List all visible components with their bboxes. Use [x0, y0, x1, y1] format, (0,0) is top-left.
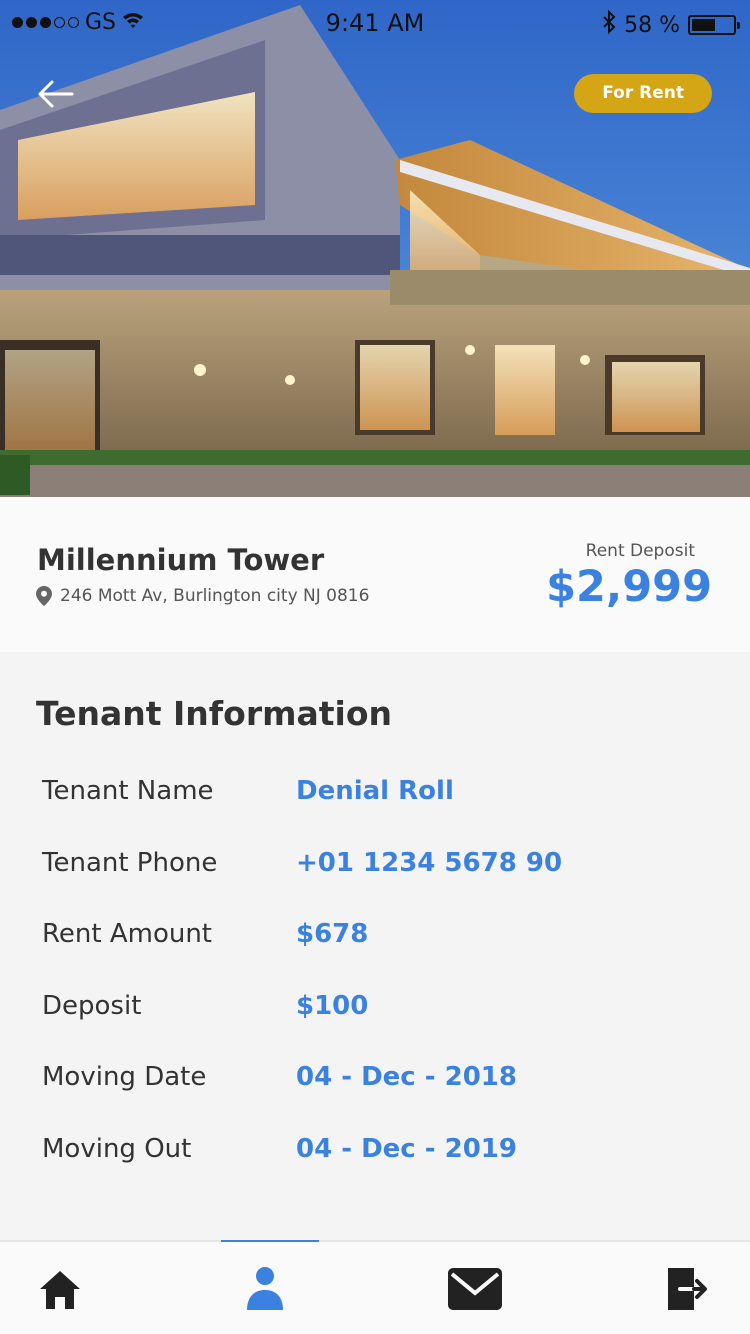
tenant-name-row: Tenant Name Denial Roll: [0, 776, 750, 816]
rent-deposit-value: $2,999: [546, 562, 712, 612]
battery-percent: 58 %: [624, 12, 680, 38]
battery-level: [692, 19, 716, 31]
tenant-name-value: Denial Roll: [296, 776, 454, 806]
tab-logout[interactable]: [658, 1264, 718, 1314]
property-name: Millennium Tower: [37, 543, 325, 577]
property-address: 246 Mott Av, Burlington city NJ 0816: [36, 586, 369, 606]
rent-amount-row: Rent Amount $678: [0, 919, 750, 959]
tenant-phone-value[interactable]: +01 1234 5678 90: [296, 848, 562, 878]
status-bar: GS 9:41 AM 58 %: [0, 0, 750, 48]
moving-date-label: Moving Date: [42, 1062, 207, 1092]
deposit-label: Deposit: [42, 991, 142, 1021]
tenant-phone-label: Tenant Phone: [42, 848, 218, 878]
moving-out-value: 04 - Dec - 2019: [296, 1134, 517, 1164]
tab-messages[interactable]: [445, 1264, 505, 1314]
status-right: 58 %: [602, 9, 740, 40]
logout-icon: [668, 1268, 707, 1310]
for-rent-badge[interactable]: For Rent: [574, 74, 712, 113]
moving-out-label: Moving Out: [42, 1134, 192, 1164]
bluetooth-icon: [602, 9, 616, 40]
tenant-phone-row: Tenant Phone +01 1234 5678 90: [0, 848, 750, 888]
address-text: 246 Mott Av, Burlington city NJ 0816: [60, 586, 370, 606]
home-icon: [40, 1271, 80, 1309]
tab-home[interactable]: [30, 1264, 90, 1314]
arrow-left-icon: [38, 80, 74, 108]
deposit-value: $100: [296, 991, 369, 1021]
active-tab-indicator: [221, 1240, 319, 1242]
moving-date-value: 04 - Dec - 2018: [296, 1062, 517, 1092]
moving-date-row: Moving Date 04 - Dec - 2018: [0, 1062, 750, 1102]
mail-icon: [448, 1268, 502, 1310]
profile-icon: [247, 1267, 283, 1310]
bottom-tab-bar: [0, 1240, 750, 1334]
tenant-section-title: Tenant Information: [36, 694, 393, 733]
moving-out-row: Moving Out 04 - Dec - 2019: [0, 1134, 750, 1174]
back-button[interactable]: [36, 76, 80, 112]
rent-amount-label: Rent Amount: [42, 919, 213, 949]
location-pin-icon: [36, 586, 52, 606]
rent-amount-value: $678: [296, 919, 369, 949]
deposit-row: Deposit $100: [0, 991, 750, 1031]
rent-deposit-label: Rent Deposit: [585, 541, 695, 561]
battery-icon: [688, 15, 740, 35]
tab-profile[interactable]: [235, 1264, 295, 1314]
tenant-name-label: Tenant Name: [42, 776, 214, 806]
